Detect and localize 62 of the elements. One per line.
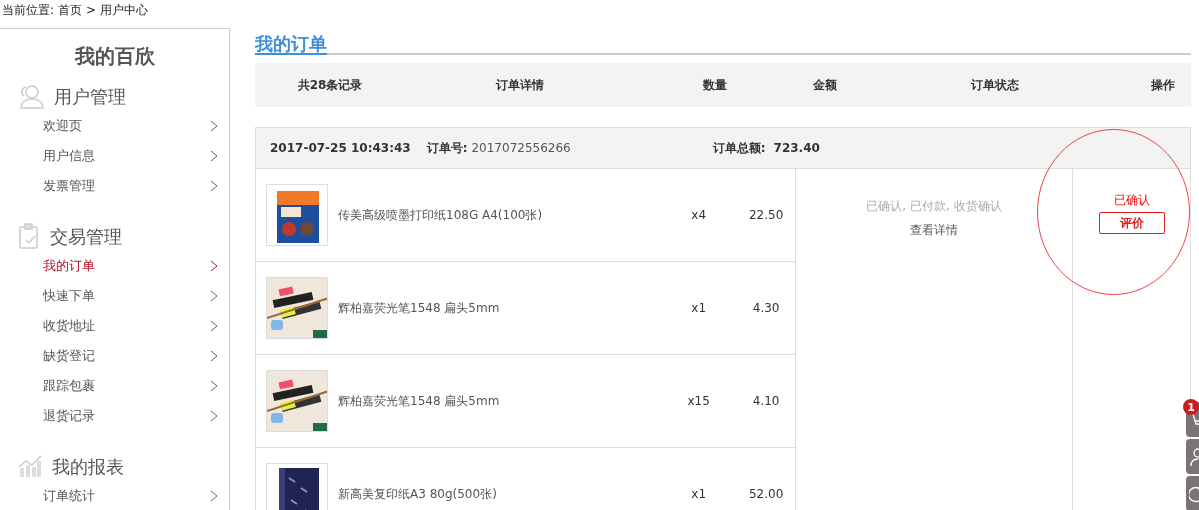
notification-badge: 1	[1183, 399, 1199, 415]
product-name[interactable]: 传美高级喷墨打印纸108G A4(100张)	[338, 206, 647, 224]
chevron-right-icon	[210, 290, 218, 302]
sidebar-item[interactable]: 缺货登记	[43, 341, 218, 371]
sidebar-item[interactable]: 用户信息	[43, 141, 218, 171]
user-icon	[18, 83, 44, 109]
order-number: 2017072556266	[471, 140, 571, 157]
breadcrumb-separator: >	[86, 2, 97, 19]
chevron-right-icon	[210, 350, 218, 362]
breadcrumb-link[interactable]: 首页	[58, 1, 83, 19]
sidebar-item[interactable]: 快速下单	[43, 281, 218, 311]
review-button[interactable]: 评价	[1098, 212, 1165, 234]
price: 4.10	[751, 393, 781, 410]
chevron-right-icon	[210, 150, 218, 162]
breadcrumb-label: 当前位置:	[2, 2, 55, 19]
action-status: 已确认	[1113, 192, 1150, 209]
sidebar-tool-button[interactable]: 1	[1186, 402, 1199, 437]
product-name[interactable]: 新高美复印纸A3 80g(500张)	[338, 485, 647, 503]
sidebar-item[interactable]: 跟踪包裹	[43, 371, 218, 401]
column-header: 数量	[702, 77, 728, 94]
order-date: 2017-07-25 10:43:43	[270, 140, 411, 157]
quantity: x1	[690, 300, 708, 317]
product-name[interactable]: 辉柏嘉荧光笔1548 扁头5mm	[338, 392, 647, 410]
breadcrumb-link[interactable]: 用户中心	[100, 1, 149, 19]
sidebar-item[interactable]: 我的订单	[43, 251, 218, 281]
column-header: 操作	[1150, 77, 1176, 94]
column-header: 订单详情	[494, 77, 545, 94]
sidebar-item[interactable]: 欢迎页	[43, 111, 218, 141]
order-number-label: 订单号:	[426, 140, 468, 157]
order-total: 723.40	[773, 140, 820, 157]
sidebar-title: 我的百欣	[73, 43, 156, 70]
chevron-right-icon	[210, 410, 218, 422]
quantity: x15	[686, 393, 711, 410]
price: 52.00	[747, 486, 785, 503]
sidebar-item[interactable]: 收货地址	[43, 311, 218, 341]
sidebar-item[interactable]: 发票管理	[43, 171, 218, 201]
group-title: 我的报表	[52, 454, 124, 479]
quantity: x1	[690, 486, 708, 503]
order-status: 已确认, 已付款, 收货确认	[866, 198, 1002, 215]
chevron-right-icon	[210, 320, 218, 332]
quantity: x4	[690, 207, 708, 224]
chevron-right-icon	[210, 490, 218, 502]
price: 22.50	[747, 207, 785, 224]
column-header: 订单状态	[969, 77, 1020, 94]
order-total-label: 订单总额:	[712, 140, 766, 157]
group-title: 交易管理	[50, 224, 122, 249]
chevron-right-icon	[210, 180, 218, 192]
group-title: 用户管理	[54, 84, 126, 109]
page-title: 我的订单	[255, 28, 327, 55]
chevron-right-icon	[210, 380, 218, 392]
price: 4.30	[751, 300, 781, 317]
column-header: 共28条记录	[296, 77, 364, 94]
sidebar-item[interactable]: 订单统计	[43, 481, 218, 510]
column-header: 金额	[812, 77, 838, 94]
clipboard-icon	[18, 223, 40, 249]
product-name[interactable]: 辉柏嘉荧光笔1548 扁头5mm	[338, 299, 647, 317]
bar-chart-icon	[18, 455, 42, 477]
chevron-right-icon	[210, 260, 218, 272]
sidebar-item[interactable]: 退货记录	[43, 401, 218, 431]
chevron-right-icon	[210, 120, 218, 132]
details-link[interactable]: 查看详情	[910, 221, 958, 239]
user-icon	[1189, 446, 1199, 467]
